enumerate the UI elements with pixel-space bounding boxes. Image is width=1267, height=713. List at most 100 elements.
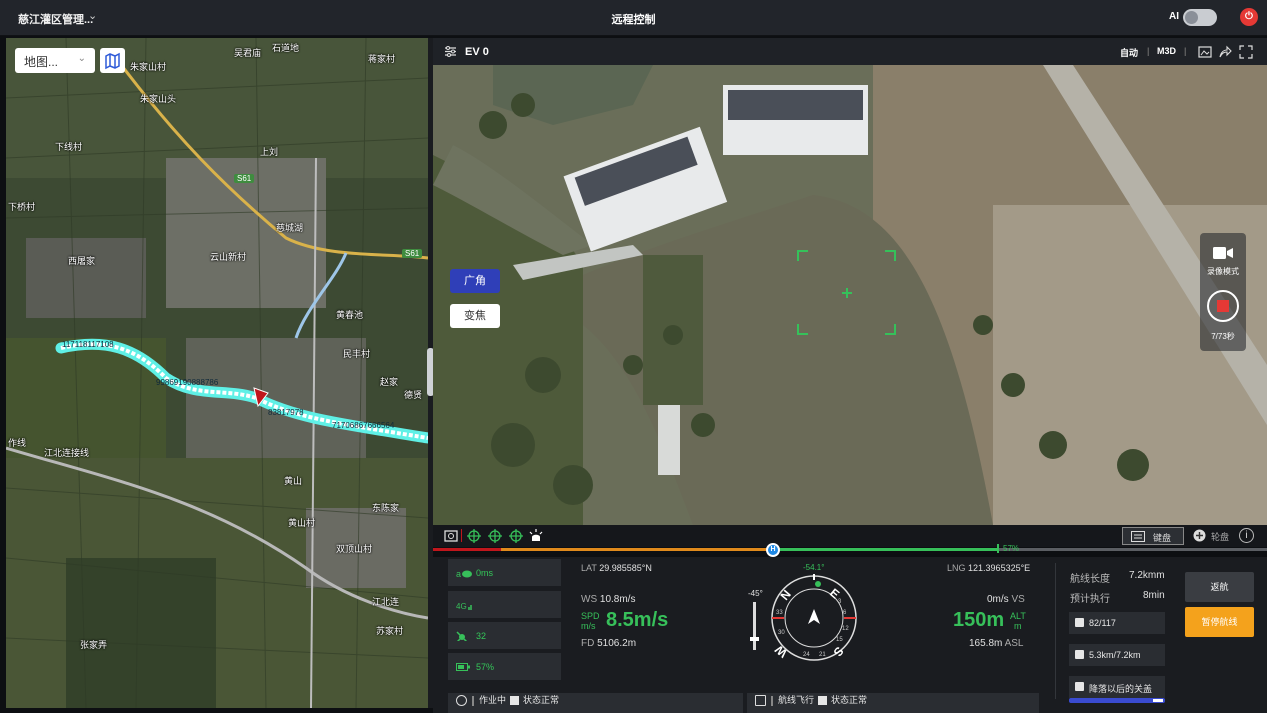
lng-label: LNG [947, 563, 966, 573]
crosshair-icon[interactable] [466, 528, 482, 544]
alt-unit: m [1014, 621, 1022, 631]
waypoint-value: 82/117 [1089, 618, 1116, 628]
after-landing-setting[interactable]: 降落以后的关盖 [1069, 676, 1165, 698]
route-waypoint-label: 117118117108 [62, 340, 114, 349]
home-marker[interactable]: H [766, 543, 780, 557]
map-layer-value: 地图... [24, 55, 59, 69]
map-label: 西屠家 [68, 256, 96, 266]
record-button[interactable] [1207, 290, 1239, 322]
network-status: a 0ms [448, 559, 561, 586]
after-landing-value: 降落以后的关盖 [1089, 684, 1153, 694]
route-time-value: 8min [1143, 590, 1165, 601]
compass: N E S W 3 6 12 15 21 24 30 33 [771, 574, 857, 661]
lens-wide-button[interactable]: 广角 [450, 269, 500, 293]
asl-readout: 165.8m ASL [969, 638, 1024, 649]
lng-value: 121.3965325°E [968, 563, 1031, 573]
route-length-value: 7.2kmm [1129, 570, 1165, 581]
chevron-down-icon[interactable]: ⌄ [88, 9, 97, 22]
route-length-label: 航线长度 [1070, 574, 1110, 585]
light-icon[interactable] [528, 528, 544, 544]
page-title: 远程控制 [611, 14, 656, 26]
vs-readout: 0m/s VS [987, 594, 1025, 605]
map-label: 张家弄 [80, 640, 108, 650]
map-icon [105, 52, 120, 70]
map-label: 民丰村 [343, 349, 371, 359]
flight-state: 航线飞行 [778, 695, 815, 705]
satellite-status: 32 [448, 622, 561, 649]
compass-tick: 12 [842, 626, 849, 632]
cellular-status: 4G [448, 591, 561, 618]
map-label: 作线 [8, 438, 27, 448]
map-view[interactable]: 吴君庙 石道地 蒋家村 朱家山村 朱家山头 下线村 上刘 西屠家 云山新村 慈城… [6, 38, 428, 708]
mode-auto[interactable]: 自动 [1120, 46, 1138, 59]
remote-panel-button[interactable]: 轮盘 [1191, 527, 1235, 545]
map-label: 下线村 [55, 142, 83, 152]
ai-toggle[interactable] [1183, 9, 1217, 26]
video-camera-icon[interactable] [1213, 246, 1233, 260]
satellite-icon [456, 631, 468, 641]
share-icon[interactable] [1218, 45, 1232, 59]
flight-status: 状态正常 [831, 695, 868, 705]
map-label: 黄山村 [288, 518, 316, 528]
sliders-icon[interactable] [444, 45, 457, 58]
photo-icon[interactable] [443, 528, 459, 544]
compass-tick: 6 [843, 610, 847, 616]
gimbal-slider-thumb[interactable] [750, 637, 759, 641]
separator [771, 695, 773, 706]
telemetry-panel: a 0ms 4G 32 57% LAT 29.985585°N LNG 121.… [433, 557, 1267, 713]
pause-route-button[interactable]: 暂停航线 [1185, 607, 1254, 637]
spd-unit: m/s [581, 621, 596, 631]
separator [461, 529, 462, 542]
video-header: EV 0 自动 | M3D | [433, 38, 1267, 65]
crosshair-icon[interactable] [508, 528, 524, 544]
mission-progress: H 57% [433, 543, 1267, 557]
vs-label: VS [1011, 594, 1025, 605]
map-toggle-button[interactable] [100, 48, 125, 73]
alt-value: 150m [953, 609, 1005, 631]
chevron-down-icon: ⌄ [77, 53, 86, 64]
record-mode-label: 录像模式 [1207, 267, 1239, 276]
map-layer-select[interactable]: 地图... ⌄ [15, 48, 95, 73]
org-name[interactable]: 慈江灌区管理... [18, 11, 93, 27]
remote-label: 轮盘 [1211, 532, 1230, 542]
mode-m3d[interactable]: M3D [1157, 46, 1176, 56]
top-bar: 慈江灌区管理... ⌄ 远程控制 AI ⏻ [0, 0, 1267, 36]
fullscreen-icon[interactable] [1239, 45, 1253, 59]
map-label: 石道地 [272, 43, 300, 53]
status-square-icon [510, 696, 520, 706]
map-label: 赵家 [380, 377, 399, 387]
keyboard-button[interactable]: 键盘 [1122, 527, 1184, 545]
power-icon[interactable]: ⏻ [1240, 8, 1258, 26]
map-label: 慈城湖 [276, 223, 304, 233]
progress-marker [997, 544, 999, 553]
divider [1055, 563, 1056, 699]
satellite-count: 32 [476, 631, 487, 641]
info-icon[interactable]: i [1239, 528, 1254, 543]
video-feed[interactable]: 广角 变焦 录像模式 7/73秒 [433, 65, 1267, 525]
record-panel: 录像模式 7/73秒 [1200, 233, 1246, 351]
compass-tick: 21 [819, 652, 826, 658]
spd-value: 8.5m/s [606, 609, 669, 631]
signal-4g-icon: 4G [456, 602, 472, 610]
map-label: 黄山 [284, 476, 303, 486]
job-status: 状态正常 [523, 695, 560, 705]
waypoint-progress: 82/117 [1069, 612, 1165, 634]
gimbal-pitch: -45° [748, 589, 763, 598]
route-waypoint-label: 99869190888786 [156, 378, 219, 387]
alt-label: ALT [1010, 611, 1026, 621]
map-label: 上刘 [260, 147, 279, 157]
compass-w: W [772, 642, 790, 660]
screenshot-icon[interactable] [1198, 45, 1212, 59]
route-progress-bar [1069, 698, 1165, 703]
lens-zoom-button[interactable]: 变焦 [450, 304, 500, 328]
return-home-button[interactable]: 返航 [1185, 572, 1254, 602]
route-waypoint-label: 71706867666564 [332, 421, 395, 430]
crosshair-icon[interactable] [487, 528, 503, 544]
gimbal-slider[interactable] [750, 602, 759, 650]
heading-value: -54.1° [803, 563, 825, 572]
map-label: 下桥村 [8, 202, 36, 212]
keyboard-label: 键盘 [1153, 533, 1172, 543]
fd-value: 5106.2m [597, 638, 637, 649]
separator: | [1147, 46, 1150, 56]
compass-tick: 24 [803, 652, 810, 658]
